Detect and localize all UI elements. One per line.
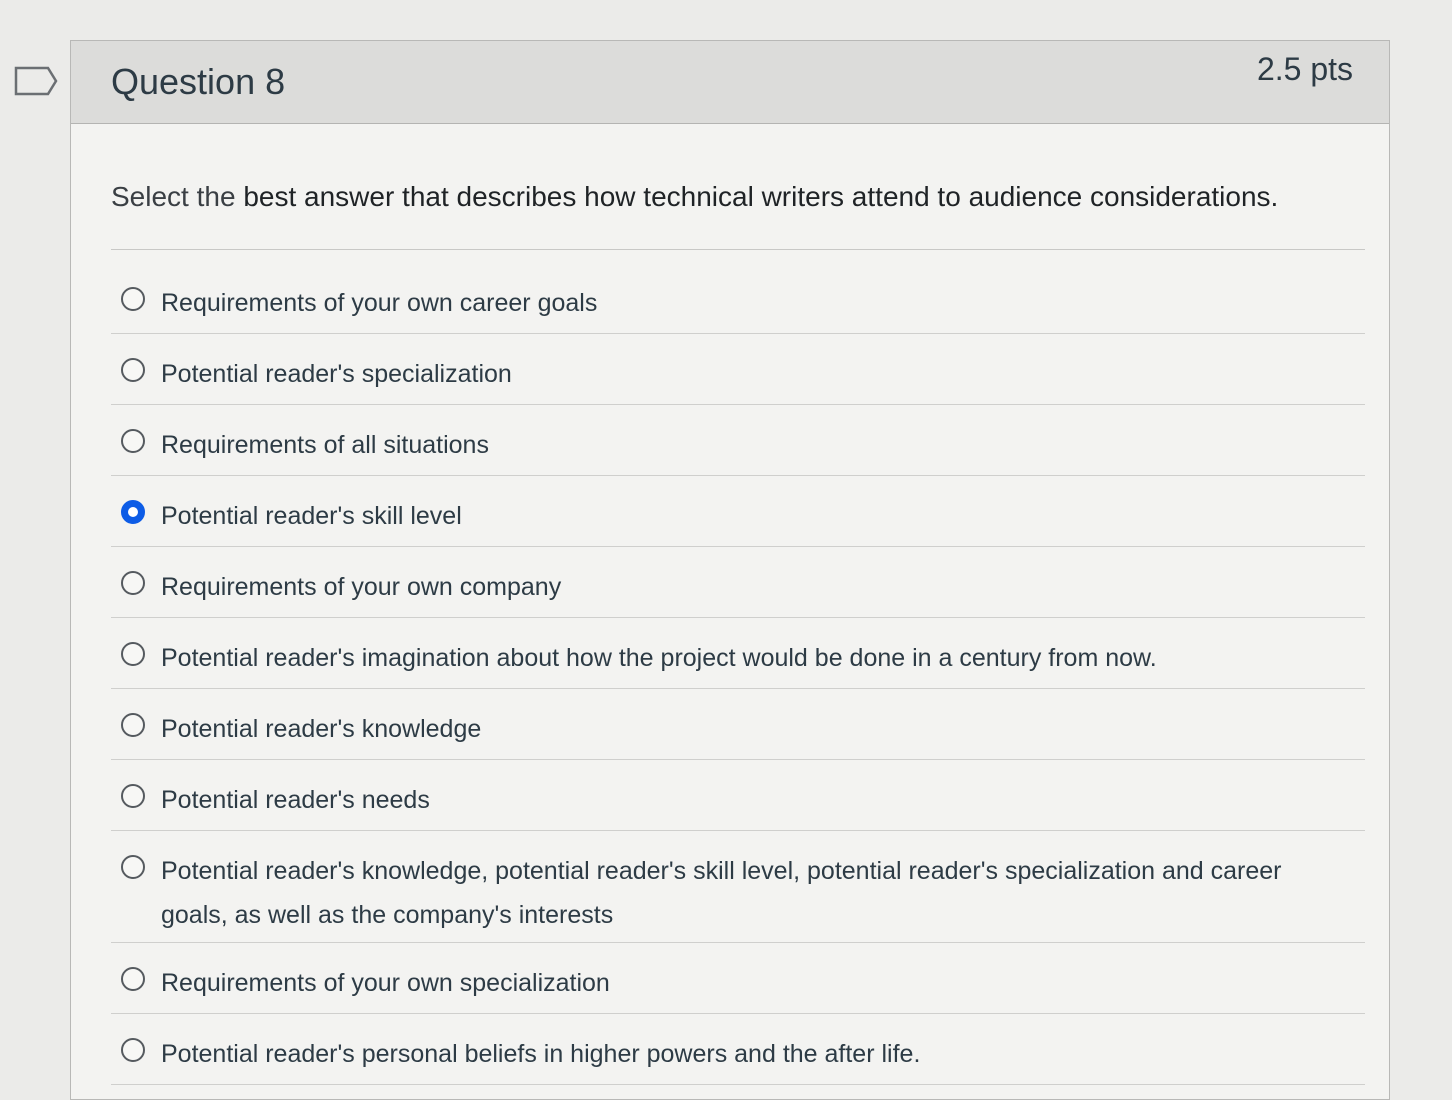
question-card: Question 8 2.5 pts Select the best answe…: [70, 40, 1390, 1100]
question-title: Question 8: [111, 61, 286, 102]
answer-option[interactable]: Requirements of your own specialization: [111, 943, 1365, 1014]
answer-label: Potential reader's personal beliefs in h…: [161, 1040, 921, 1068]
answer-option[interactable]: Potential reader's specialization: [111, 334, 1365, 405]
answer-label: Requirements of all situations: [161, 431, 489, 459]
answer-label: Requirements of your own career goals: [161, 289, 598, 317]
radio-icon[interactable]: [121, 855, 145, 879]
answer-option[interactable]: Potential reader's imagination about how…: [111, 618, 1365, 689]
radio-icon[interactable]: [121, 429, 145, 453]
answer-label: Potential reader's knowledge: [161, 715, 482, 743]
question-prompt-main: best answer that describes how technical…: [243, 181, 1279, 212]
answer-label: Requirements of your own company: [161, 573, 562, 601]
radio-icon[interactable]: [121, 287, 145, 311]
answer-option[interactable]: Potential reader's personal beliefs in h…: [111, 1014, 1365, 1085]
radio-icon[interactable]: [121, 358, 145, 382]
answer-label: Requirements of your own specialization: [161, 969, 610, 997]
question-prompt: Select the best answer that describes ho…: [111, 181, 1278, 213]
answer-label: Potential reader's needs: [161, 786, 430, 814]
answer-label: Potential reader's skill level: [161, 502, 462, 530]
answer-label: Potential reader's knowledge, potential …: [161, 857, 1282, 929]
answer-label: Potential reader's specialization: [161, 360, 512, 388]
radio-icon[interactable]: [121, 784, 145, 808]
question-points: 2.5 pts: [1256, 51, 1353, 87]
answer-option[interactable]: Potential reader's needs: [111, 760, 1365, 831]
radio-icon[interactable]: [121, 642, 145, 666]
question-header: Question 8 2.5 pts: [71, 41, 1389, 124]
answer-option[interactable]: Potential reader's knowledge: [111, 689, 1365, 760]
bookmark-flag-icon[interactable]: [14, 66, 58, 96]
question-prompt-lead: Select the: [111, 181, 244, 212]
answer-option[interactable]: Potential reader's skill level: [111, 476, 1365, 547]
radio-icon[interactable]: [121, 1038, 145, 1062]
radio-checked-icon[interactable]: [121, 500, 145, 524]
answer-option[interactable]: Requirements of your own career goals: [111, 263, 1365, 334]
answer-option[interactable]: Potential reader's knowledge, potential …: [111, 831, 1365, 943]
answer-label: Potential reader's imagination about how…: [161, 644, 1157, 672]
radio-icon[interactable]: [121, 571, 145, 595]
answer-option[interactable]: Requirements of all situations: [111, 405, 1365, 476]
radio-icon[interactable]: [121, 967, 145, 991]
answer-option[interactable]: Requirements of your own company: [111, 547, 1365, 618]
prompt-divider: [111, 249, 1365, 250]
radio-icon[interactable]: [121, 713, 145, 737]
answer-list: Requirements of your own career goals Pot…: [111, 263, 1365, 1085]
